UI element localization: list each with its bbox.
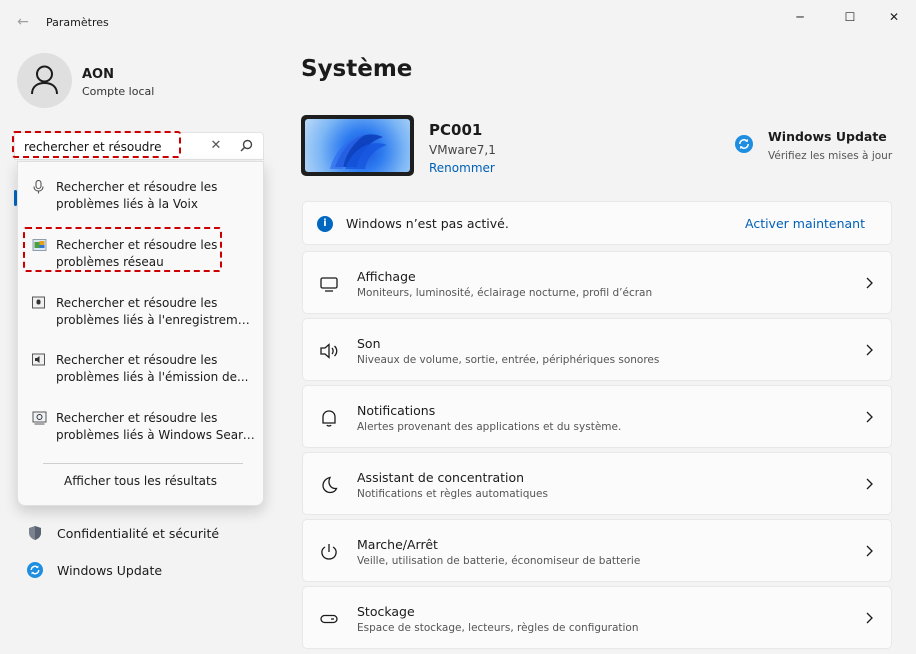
windows-update-icon (27, 562, 43, 578)
activate-now-button[interactable]: Activer maintenant (745, 216, 865, 231)
page-title: Système (301, 56, 413, 82)
windows-bloom-icon (330, 134, 387, 169)
settings-card-focus-assist[interactable]: Assistant de concentration Notifications… (302, 452, 892, 515)
search-input[interactable] (24, 137, 174, 157)
search-results-dropdown: Rechercher et résoudre les problèmes lié… (17, 161, 264, 506)
chevron-right-icon (866, 277, 873, 289)
avatar[interactable] (17, 53, 72, 108)
result-line-1: Rechercher et résoudre les (56, 353, 218, 367)
recording-troubleshoot-icon (32, 296, 45, 309)
sidebar-item-windows-update[interactable]: Windows Update (22, 556, 262, 586)
sidebar-item-label: Confidentialité et sécurité (57, 526, 220, 541)
shield-icon (29, 526, 41, 540)
card-subtitle: Niveaux de volume, sortie, entrée, périp… (357, 354, 660, 366)
moon-icon (322, 476, 338, 494)
card-title: Assistant de concentration (357, 470, 525, 485)
result-line-1: Rechercher et résoudre les (56, 180, 218, 194)
settings-card-sound[interactable]: Son Niveaux de volume, sortie, entrée, p… (302, 318, 892, 381)
wallpaper-image (305, 119, 410, 172)
card-subtitle: Veille, utilisation de batterie, économi… (357, 555, 641, 567)
activation-message: Windows n’est pas activé. (346, 216, 509, 231)
clear-search-icon[interactable]: ✕ (207, 137, 225, 155)
account-type: Compte local (82, 85, 155, 98)
chevron-right-icon (866, 411, 873, 423)
card-subtitle: Espace de stockage, lecteurs, règles de … (357, 622, 639, 634)
windows-update-title[interactable]: Windows Update (768, 129, 887, 144)
search-result-recording[interactable]: Rechercher et résoudre les problèmes lié… (18, 288, 263, 338)
card-title: Marche/Arrêt (357, 537, 438, 552)
device-model: VMware7,1 (429, 143, 496, 157)
divider (43, 463, 243, 464)
result-line-2: problèmes liés à Windows Search (56, 428, 256, 442)
result-line-1: Rechercher et résoudre les (56, 296, 218, 310)
search-troubleshoot-icon (32, 411, 47, 425)
device-thumbnail (301, 115, 414, 176)
result-line-1: Rechercher et résoudre les (56, 238, 218, 252)
card-subtitle: Alertes provenant des applications et du… (357, 421, 622, 433)
maximize-button[interactable]: ☐ (830, 6, 870, 28)
result-line-2: problèmes liés à la Voix (56, 197, 198, 211)
sidebar-item-privacy[interactable]: Confidentialité et sécurité (22, 519, 262, 549)
result-line-2: problèmes réseau (56, 255, 164, 269)
user-icon (31, 65, 58, 95)
close-button[interactable]: ✕ (874, 6, 914, 28)
bell-icon (322, 410, 336, 427)
windows-update-subtitle: Vérifiez les mises à jour (768, 150, 893, 162)
display-icon (320, 277, 338, 292)
settings-card-display[interactable]: Affichage Moniteurs, luminosité, éclaira… (302, 251, 892, 314)
chevron-right-icon (866, 344, 873, 356)
search-result-voice[interactable]: Rechercher et résoudre les problèmes lié… (18, 172, 263, 222)
windows-update-icon[interactable] (735, 135, 753, 153)
card-subtitle: Moniteurs, luminosité, éclairage nocturn… (357, 287, 653, 299)
result-line-2: problèmes liés à l'enregistremen... (56, 313, 256, 327)
speaker-icon (320, 343, 338, 359)
title-bar: ← Paramètres ─ ☐ ✕ (0, 0, 916, 34)
card-title: Stockage (357, 604, 415, 619)
search-result-network[interactable]: Rechercher et résoudre les problèmes rés… (18, 230, 263, 280)
result-line-1: Rechercher et résoudre les (56, 411, 218, 425)
activation-banner: i Windows n’est pas activé. Activer main… (302, 201, 892, 245)
search-icon[interactable] (237, 137, 255, 155)
info-icon: i (317, 216, 333, 232)
app-title: Paramètres (46, 16, 109, 29)
settings-card-power[interactable]: Marche/Arrêt Veille, utilisation de batt… (302, 519, 892, 582)
card-title: Notifications (357, 403, 436, 418)
search-result-audio-output[interactable]: Rechercher et résoudre les problèmes lié… (18, 345, 263, 395)
device-name: PC001 (429, 121, 483, 139)
back-arrow-icon[interactable]: ← (13, 12, 33, 32)
power-icon (321, 544, 337, 560)
result-line-2: problèmes liés à l'émission de... (56, 370, 249, 384)
search-result-windows-search[interactable]: Rechercher et résoudre les problèmes lié… (18, 403, 263, 453)
chevron-right-icon (866, 478, 873, 490)
audio-output-troubleshoot-icon (32, 353, 45, 366)
network-troubleshoot-icon (32, 239, 47, 251)
user-name: AON (82, 67, 114, 82)
microphone-icon (33, 180, 44, 194)
show-all-results-button[interactable]: Afficher tous les résultats (18, 474, 263, 488)
chevron-right-icon (866, 545, 873, 557)
minimize-button[interactable]: ─ (780, 6, 820, 28)
card-title: Affichage (357, 269, 416, 284)
settings-card-notifications[interactable]: Notifications Alertes provenant des appl… (302, 385, 892, 448)
search-box: ✕ (14, 132, 264, 160)
card-subtitle: Notifications et règles automatiques (357, 488, 548, 500)
card-title: Son (357, 336, 381, 351)
sidebar-item-label: Windows Update (57, 563, 163, 578)
rename-link[interactable]: Renommer (429, 161, 495, 175)
settings-card-storage[interactable]: Stockage Espace de stockage, lecteurs, r… (302, 586, 892, 649)
storage-icon (320, 614, 338, 624)
chevron-right-icon (866, 612, 873, 624)
